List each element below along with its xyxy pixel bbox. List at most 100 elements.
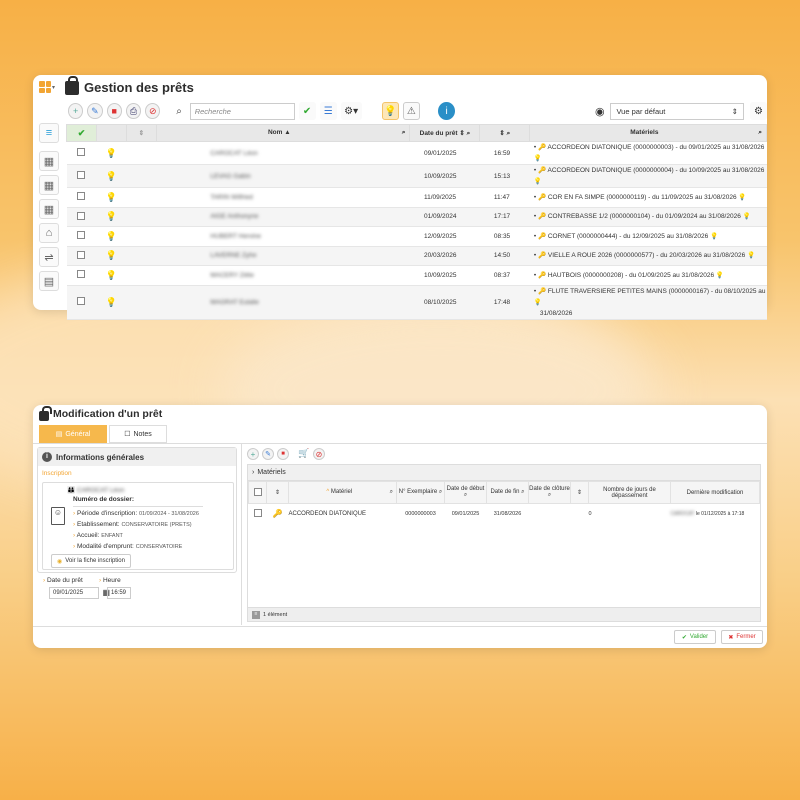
materials-header[interactable]: › Matériels [248,465,760,481]
tab-notes[interactable]: ☐ Notes [109,425,167,443]
material-text: COR EN FA SIMPE (0000000119) - du 11/09/… [547,193,737,201]
bulb-small-icon: 💡 [747,252,756,260]
key-icon: • 🔑 [533,167,547,174]
table-row[interactable]: 💡 LEVAG Gabin 10/09/2025 15:13 • 🔑 ACCORDEON… [66,164,767,188]
close-button[interactable]: ✖ Fermer [721,630,763,644]
edit-pencil-button[interactable]: ✎ [87,103,103,119]
col-modif[interactable]: Dernière modification [670,481,760,504]
cart-icon[interactable]: 🛒 [298,448,310,460]
search-icon: ⌕ [176,105,182,117]
sort-icon[interactable]: ⇕ [266,481,289,504]
row-materiel: ACCORDEON DIATONIQUE [288,510,366,517]
table-row[interactable]: 💡 HUBERT Hervine 12/09/2025 08:35 • 🔑 CORNET… [66,226,767,247]
col-debut[interactable]: Date de début ⌕ [444,481,487,504]
name-col-header[interactable]: Nom ▲ ⌕ [155,124,411,142]
tab-notes-label: Notes [133,430,152,438]
apps-menu-button[interactable]: ▾ [39,79,59,95]
add-button[interactable]: + [68,103,84,119]
search-icon[interactable]: ⌕ [390,489,393,496]
borrower-name: MAGRAT Eulalie [210,298,259,306]
borrower-name: LAVERNE Zyhe [210,252,257,260]
calendar-icon[interactable]: ▦ [39,151,59,171]
col-modif-label: Dernière modification [686,489,744,496]
info-button[interactable]: i [437,102,456,120]
view-settings-gear-button[interactable]: ⚙ [749,102,767,120]
bulb-icon[interactable]: 💡 [106,270,117,280]
validate-check-button[interactable]: ✔ [298,102,316,120]
sort-icon[interactable]: ⇕ [125,124,157,142]
left-toolbar: ≡ ▦ ▦ ▦ ⌂ ⇌ ▤ [39,123,61,295]
date-col-header[interactable]: Date du prêt ⇕ ⌕ [409,124,481,142]
table-row[interactable]: 💡 TARIN Wilfried 11/09/2025 11:47 • 🔑 COR EN… [66,187,767,208]
borrower-name: MACERY Zélie [210,271,254,279]
bulb-icon[interactable]: 💡 [106,148,117,158]
view-select[interactable]: Vue par défaut ⇕ [610,102,744,120]
key-icon: • 🔑 [533,287,547,295]
edit-material-button[interactable]: ✎ [262,448,274,460]
bulb-icon[interactable]: 💡 [106,192,117,202]
search-icon[interactable]: ⌕ [402,129,406,137]
search-input[interactable]: Recherche [189,102,295,120]
calendar-icon[interactable]: ▦ [39,199,59,219]
col-fin[interactable]: Date de fin ⌕ [486,481,529,504]
search-icon[interactable]: ⌕ [758,129,762,137]
col-materiel[interactable]: ^ Matériel ⌕ [288,481,397,504]
table-row[interactable]: 🔑 ACCORDEON DIATONIQUE 0000000003 09/01/… [249,504,760,524]
table-row[interactable]: 💡 MACERY Zélie 10/09/2025 08:37 • 🔑 HAUTBOIS… [66,265,767,286]
row-checkbox[interactable] [253,508,262,517]
table-row[interactable]: 💡 AIGE Anthonyne 01/09/2024 17:17 • 🔑 CONTRE… [66,207,767,227]
borrower-name: CAROCAT Léon [210,149,258,157]
time-col-header[interactable]: ⇕ ⌕ [479,124,531,142]
delete-material-button[interactable]: ■ [277,448,289,460]
row-checkbox[interactable] [77,211,86,220]
cancel-ban-button[interactable]: ⊘ [313,448,325,460]
materials-col-header[interactable]: Matériels ⌕ [529,124,767,142]
col-exemplaire[interactable]: N° Exemplaire ⌕ [396,481,445,504]
material-text: ACCORDEON DIATONIQUE (0000000004) - du 1… [547,167,765,174]
row-checkbox[interactable] [77,270,86,279]
settings-gear-button[interactable]: ⚙▾ [340,102,362,120]
bulb-icon[interactable]: 💡 [106,171,117,181]
cancel-ban-button[interactable]: ⊘ [145,103,161,119]
table-row[interactable]: 💡 LAVERNE Zyhe 20/03/2026 14:50 • 🔑 VIELLE A… [66,246,767,266]
validate-button[interactable]: ✔ Valider [674,630,716,644]
row-checkbox[interactable] [77,297,86,305]
sort-icon[interactable]: ⇕ [570,481,589,504]
date-input[interactable]: 09/01/2025 ▦ [49,587,110,599]
borrower-name: LEVAG Gabin [210,172,251,180]
date-label: › Date du prêt [43,577,83,584]
bulb-icon[interactable]: 💡 [106,250,117,260]
select-all-checkbox[interactable] [253,487,262,496]
home-icon[interactable]: ⌂ [39,223,59,243]
bulb-filter-button[interactable]: 💡 [381,102,399,120]
row-checkbox[interactable] [77,148,86,156]
print-button[interactable]: ⎙ [125,103,142,119]
loan-date: 01/09/2024 [409,207,480,227]
document-hand-icon[interactable]: ▤ [39,271,59,291]
row-checkbox[interactable] [77,231,86,240]
warning-filter-button[interactable]: ⚠ [402,102,420,120]
material-text: CONTREBASSE 1/2 (0000000104) - du 01/09/… [547,213,741,221]
select-all-checkbox[interactable]: ✔ [66,124,97,142]
filter-icon[interactable]: ≡ [39,123,59,143]
periode-label: Période d'inscription: [76,510,138,517]
delete-trash-button[interactable]: ■ [106,103,122,119]
bulb-icon[interactable]: 💡 [106,297,117,307]
bulb-icon[interactable]: 💡 [106,231,117,241]
table-row[interactable]: 💡 CAROCAT Léon 09/01/2025 16:59 • 🔑 ACCORDEO… [66,141,767,165]
col-jours[interactable]: Nombre de jours de dépassement [588,481,671,504]
row-checkbox[interactable] [77,171,86,179]
col-cloture[interactable]: Date de clôture ⌕ [528,481,571,504]
add-material-button[interactable]: + [247,448,259,460]
signpost-icon[interactable]: ⇌ [39,247,59,267]
list-view-button[interactable]: ☰ [319,102,337,120]
row-checkbox[interactable] [77,250,86,259]
bulb-icon[interactable]: 💡 [106,211,117,221]
calendar-icon[interactable]: ▦ [39,175,59,195]
heure-input[interactable]: 16:59 [107,587,131,599]
row-checkbox[interactable] [77,192,86,201]
view-inscription-button[interactable]: ◉ Voir la fiche inscription [51,554,131,568]
col-materiel-label: Matériel [330,489,353,495]
table-row[interactable]: 💡 MAGRAT Eulalie 08/10/2025 17:48 • 🔑 FLUTE … [66,285,767,320]
tab-general[interactable]: ▤ Général [39,425,107,443]
